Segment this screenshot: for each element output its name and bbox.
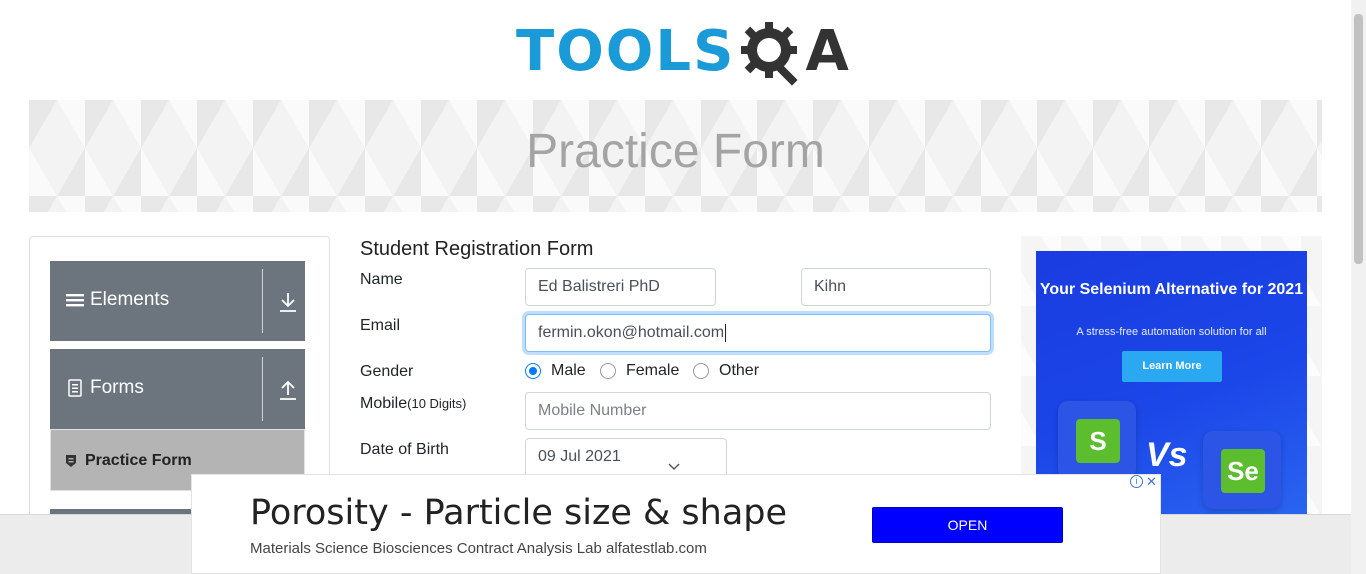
shield-document-icon (65, 454, 77, 468)
sidebar-item-label: Practice Form (85, 452, 192, 469)
ad-title: Porosity - Particle size & shape (250, 493, 788, 533)
mobile-label: Mobile(10 Digits) (360, 395, 466, 413)
gear-magnifier-icon (739, 18, 807, 86)
page-title: Practice Form (526, 125, 825, 178)
radio-button-selected[interactable] (525, 363, 541, 379)
scrollbar[interactable] (1351, 0, 1366, 574)
radio-button[interactable] (600, 363, 616, 379)
last-name-field[interactable]: Kihn (801, 268, 991, 306)
email-value: fermin.okon@hotmail.com (538, 324, 725, 341)
radio-label: Female (626, 362, 680, 379)
page-banner: Practice Form (29, 100, 1322, 212)
dob-label: Date of Birth (360, 441, 449, 458)
text-caret (725, 323, 727, 342)
email-label: Email (360, 317, 401, 334)
chevron-down-icon[interactable] (668, 458, 680, 470)
document-icon (66, 379, 84, 397)
toolsqa-logo[interactable]: TOOLS A (516, 14, 849, 90)
logo-letter: Se (1221, 449, 1265, 493)
list-icon (66, 291, 84, 309)
gender-radio-male[interactable]: Male (525, 362, 586, 380)
logo-text-end: A (805, 19, 849, 84)
divider (262, 269, 263, 333)
date-of-birth-input[interactable]: 09 Jul 2021 (525, 438, 727, 478)
page: TOOLS A Practice Form Elements Forms Pra… (0, 0, 1366, 574)
radio-label: Male (551, 362, 586, 379)
katalon-logo-icon: S (1058, 401, 1136, 479)
open-button[interactable]: OPEN (872, 507, 1063, 543)
selenium-logo-icon: Se (1203, 431, 1281, 509)
info-icon[interactable]: i (1130, 475, 1143, 488)
ad-choices[interactable]: i ✕ (1130, 475, 1160, 489)
radio-button[interactable] (693, 363, 709, 379)
divider (262, 357, 263, 421)
sidebar-group-label: Elements (90, 289, 170, 310)
gender-label: Gender (360, 363, 414, 380)
sidebar-group-elements[interactable]: Elements (50, 261, 305, 341)
logo-text: TOOLS (516, 19, 736, 84)
ad-subline: A stress-free automation solution for al… (1076, 326, 1267, 338)
logo-letter: S (1076, 419, 1120, 463)
email-field[interactable]: fermin.okon@hotmail.com (525, 314, 991, 352)
sidebar-group-forms[interactable]: Forms (50, 349, 305, 429)
mobile-label-text: Mobile (360, 395, 408, 412)
bottom-advertisement[interactable]: Porosity - Particle size & shape Materia… (191, 474, 1161, 574)
form-title: Student Registration Form (360, 238, 594, 260)
ad-subtitle: Materials Science Biosciences Contract A… (250, 540, 707, 557)
name-label: Name (360, 271, 403, 288)
close-icon[interactable]: ✕ (1145, 475, 1158, 488)
gender-radio-other[interactable]: Other (693, 362, 759, 380)
gender-radio-female[interactable]: Female (600, 362, 679, 380)
radio-label: Other (719, 362, 760, 379)
download-arrow-icon[interactable] (278, 291, 298, 313)
scrollbar-thumb[interactable] (1354, 14, 1363, 264)
mobile-hint: (10 Digits) (407, 396, 467, 411)
upload-arrow-icon[interactable] (278, 379, 298, 401)
learn-more-button[interactable]: Learn More (1122, 351, 1222, 382)
sidebar-group-label: Forms (90, 377, 144, 398)
versus-text: Vs (1146, 436, 1188, 474)
first-name-field[interactable]: Ed Balistreri PhD (525, 268, 716, 306)
mobile-number-input[interactable] (525, 392, 991, 430)
ad-headline: Your Selenium Alternative for 2021 (1039, 281, 1304, 298)
